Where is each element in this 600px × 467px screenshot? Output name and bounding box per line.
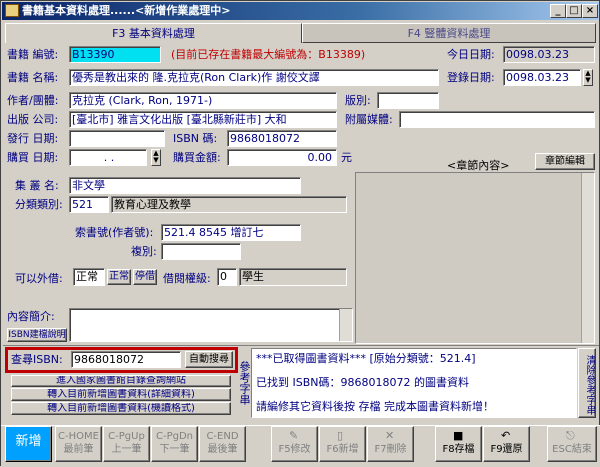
summary-label: 內容簡介: xyxy=(7,310,55,323)
divider xyxy=(3,345,599,346)
close-button[interactable]: × xyxy=(582,4,598,18)
minimize-button[interactable]: _ xyxy=(550,4,566,18)
undo-icon: ↶ xyxy=(501,429,511,442)
footer-first-button[interactable]: C-HOME 最前筆 xyxy=(55,426,102,462)
book-code-field[interactable]: B13390 xyxy=(69,46,161,63)
publisher-field[interactable]: [臺北市] 雅言文化出版 [臺北縣新莊市] 大和 xyxy=(69,111,337,128)
title-bar: 書籍基本資料處理......<新增作業處理中> _ □ × xyxy=(2,2,599,20)
summary-field[interactable] xyxy=(69,308,353,342)
edition-label: 版別: xyxy=(345,94,371,107)
footer-prev-button[interactable]: C-PgUp 上一筆 xyxy=(103,426,150,462)
maximize-button[interactable]: □ xyxy=(566,4,582,18)
copy-label: 複別: xyxy=(131,245,157,258)
isbn-field[interactable]: 9868018072 xyxy=(227,130,337,147)
call-no-field[interactable]: 521.4 8545 增訂七 xyxy=(161,224,301,241)
edition-field[interactable] xyxy=(377,92,439,109)
loan-field[interactable]: 正常 xyxy=(73,268,105,286)
category-code-field[interactable]: 521 xyxy=(69,196,109,213)
title-field[interactable]: 優秀是教出來的 隆.克拉克(Ron Clark)作 謝佼文譯 xyxy=(69,69,439,86)
message-area: ***已取得圖書資料*** [原始分類號：521.4] 已找到 ISBN碼：98… xyxy=(251,348,577,418)
purchase-date-spinner[interactable]: ▲ ▼ xyxy=(151,149,161,166)
clear-reference-button[interactable]: 清除參考字串 xyxy=(578,348,596,418)
series-label: 集 叢 名: xyxy=(15,179,59,192)
footer-new-highlight-button[interactable]: 新增 xyxy=(5,426,52,462)
attachment-field[interactable] xyxy=(399,111,595,128)
loan-level-name: 學生 xyxy=(239,268,347,286)
delete-icon: ✕ xyxy=(385,429,395,442)
issue-date-label: 發行 日期: xyxy=(7,132,59,145)
summary-scrollbar[interactable] xyxy=(339,309,352,341)
chapter-content-area[interactable] xyxy=(355,172,595,344)
message-line-3: 請編修其它資料後按 存檔 完成本圖書資料新增！ xyxy=(256,400,494,413)
today-field: 0098.03.23 xyxy=(503,46,595,63)
isbn-help-button[interactable]: ISBN建檔說明 xyxy=(7,328,67,342)
reference-string-label: 參考字串 xyxy=(238,361,251,405)
purchase-date-label: 購買 日期: xyxy=(7,151,59,164)
register-date-field[interactable]: 0098.03.23 xyxy=(503,69,581,86)
amount-label: 購買金額: xyxy=(173,151,221,164)
loan-stop-button[interactable]: 停借 xyxy=(133,269,157,285)
message-line-2: 已找到 ISBN碼：9868018072 的圖書資料 xyxy=(256,376,469,389)
amount-field[interactable]: 0.00 xyxy=(227,149,337,166)
title-label: 書籍 名稱: xyxy=(7,71,59,84)
exit-icon: ⎋ xyxy=(566,429,575,442)
max-code-note: (目前已存在書籍最大編號為：B13389) xyxy=(171,48,366,61)
national-library-link-button[interactable]: 進入國家圖書館目錄查詢網站 xyxy=(11,375,231,387)
author-field[interactable]: 克拉克 (Clark, Ron, 1971-) xyxy=(69,92,337,109)
amount-unit: 元 xyxy=(341,151,352,164)
main-window: 書籍基本資料處理......<新增作業處理中> _ □ × F3 基本資料處理 … xyxy=(0,0,600,467)
purchase-date-field[interactable]: . . xyxy=(69,149,147,166)
auto-search-button[interactable]: 自動搜尋 xyxy=(185,351,233,368)
chapter-scrollbar[interactable] xyxy=(581,173,594,343)
app-icon xyxy=(5,4,19,17)
tab-basic-data[interactable]: F3 基本資料處理 xyxy=(5,23,302,43)
message-line-1: ***已取得圖書資料*** [原始分類號：521.4] xyxy=(256,352,476,365)
isbn-label: ISBN 碼: xyxy=(173,132,218,145)
isbn-search-label: 查尋ISBN: xyxy=(11,353,63,366)
save-icon: ■ xyxy=(453,429,464,442)
call-no-label: 索書號(作者號): xyxy=(75,226,154,239)
register-date-label: 登錄日期: xyxy=(447,71,495,84)
chapter-edit-button[interactable]: 章節編輯 xyxy=(535,153,595,170)
loan-level-label: 借閱權級: xyxy=(163,272,211,285)
copy-field[interactable] xyxy=(161,243,241,260)
category-name-field: 教育心理及教學 xyxy=(111,196,347,213)
footer-next-button[interactable]: C-PgDn 下一筆 xyxy=(151,426,198,462)
import-marc-button[interactable]: 轉入目前新增圖書資料(機讀格式) xyxy=(11,402,231,415)
tab-serial-data[interactable]: F4 豎體資料處理 xyxy=(302,23,596,43)
loan-label: 可以外借: xyxy=(15,272,63,285)
category-label: 分類類別: xyxy=(15,198,63,211)
new-doc-icon: ▯ xyxy=(337,429,344,442)
today-label: 今日日期: xyxy=(447,48,495,61)
issue-date-field[interactable] xyxy=(69,130,165,147)
isbn-search-field[interactable]: 9868018072 xyxy=(71,351,181,368)
attachment-label: 附屬媒體: xyxy=(345,113,393,126)
loan-level-field[interactable]: 0 xyxy=(217,268,237,286)
edit-icon: ✎ xyxy=(289,429,299,442)
book-code-label: 書籍 編號: xyxy=(7,48,59,61)
publisher-label: 出版 公司: xyxy=(7,113,59,126)
footer-last-button[interactable]: C-END 最後筆 xyxy=(199,426,246,462)
author-label: 作者/團體: xyxy=(7,94,59,107)
window-title: 書籍基本資料處理......<新增作業處理中> xyxy=(22,4,231,17)
loan-normal-button[interactable]: 正常 xyxy=(107,269,131,285)
import-detail-button[interactable]: 轉入目前新增圖書資料(詳細資料) xyxy=(11,388,231,401)
series-field[interactable]: 非文學 xyxy=(69,177,301,194)
register-date-spinner[interactable]: ▲ ▼ xyxy=(583,69,593,86)
